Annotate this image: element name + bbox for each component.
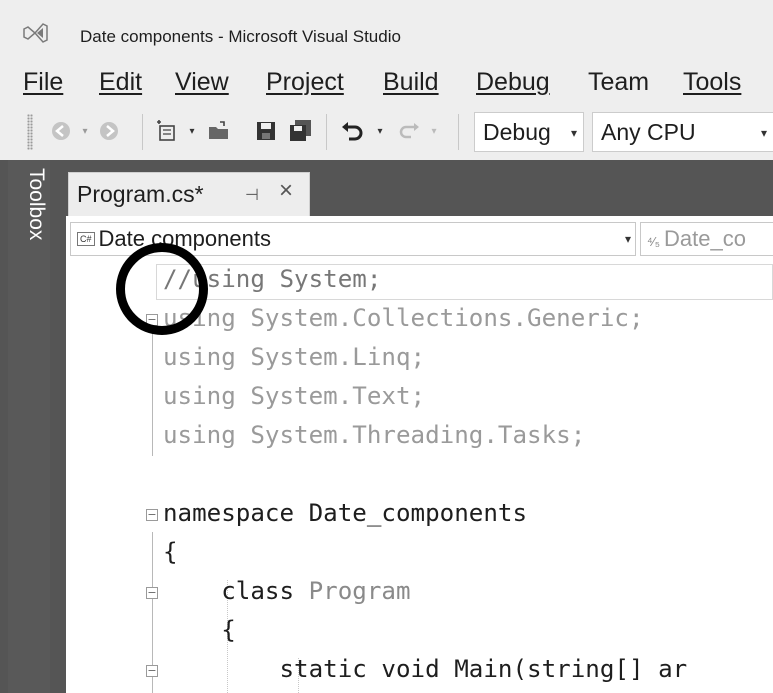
menu-tools[interactable]: Tools (683, 68, 741, 97)
menu-project-label: Project (266, 68, 344, 96)
class-name-program: Program (308, 577, 411, 605)
menu-edit[interactable]: Edit (99, 68, 142, 97)
code-text: using System.Linq; (163, 343, 426, 371)
class-member-icon: ⁴⁄₅ (647, 234, 660, 249)
code-line-4: using System.Text; (66, 379, 773, 418)
code-text: namespace Date_components (163, 499, 528, 527)
document-tab-program-cs[interactable]: Program.cs* ⊣ × (68, 172, 310, 216)
csharp-file-icon: C# (77, 232, 95, 246)
code-text: { (163, 538, 178, 566)
menu-project[interactable]: Project (266, 68, 344, 97)
toolbox-tab-label[interactable]: Toolbox (10, 168, 50, 278)
collapse-region-icon[interactable]: − (146, 509, 158, 521)
toolbar-separator (458, 114, 459, 150)
code-line-10: { (66, 613, 773, 652)
code-text: using System.Collections.Generic; (163, 304, 644, 332)
chevron-down-icon: ▾ (624, 232, 631, 246)
chevron-down-icon: ▾ (760, 126, 767, 140)
code-line-3: using System.Linq; (66, 340, 773, 379)
menu-debug[interactable]: Debug (476, 68, 550, 97)
toolbar-separator (326, 114, 327, 150)
toolbox-label-text: Toolbox (25, 168, 48, 241)
solution-configuration-select[interactable]: Debug ▾ (474, 112, 584, 152)
chevron-down-icon: ▾ (570, 126, 577, 140)
annotation-circle (116, 243, 208, 335)
code-text: class Program (163, 577, 411, 605)
menu-view[interactable]: View (175, 68, 229, 97)
menu-file[interactable]: File (23, 68, 63, 97)
solution-platform-select[interactable]: Any CPU ▾ (592, 112, 773, 152)
menu-tools-label: Tools (683, 68, 742, 96)
menu-team[interactable]: Team (588, 68, 649, 97)
code-line-9: − class Program (66, 574, 773, 613)
type-navigation-value: Date_co (664, 226, 746, 251)
code-text: using System.Threading.Tasks; (163, 421, 586, 449)
solution-configuration-value: Debug (483, 119, 551, 145)
undo-dropdown-icon[interactable]: ▾ (374, 116, 386, 146)
type-navigation-dropdown[interactable]: ⁴⁄₅ Date_co (640, 222, 773, 256)
menu-bar: File Edit View Project Build Debug Team … (0, 60, 773, 106)
toolbar-separator (142, 114, 143, 150)
open-file-icon[interactable] (204, 116, 234, 146)
code-line-7: − namespace Date_components (66, 496, 773, 535)
navigate-forward-icon[interactable] (96, 116, 122, 146)
code-line-8: { (66, 535, 773, 574)
save-icon[interactable] (252, 116, 280, 146)
code-line-11: − static void Main(string[] ar (66, 652, 773, 691)
document-tab-label: Program.cs* (77, 181, 204, 207)
collapse-region-icon[interactable]: − (146, 665, 158, 677)
menu-edit-label: Edit (99, 68, 143, 96)
close-icon[interactable]: × (279, 179, 293, 203)
code-line-5: using System.Threading.Tasks; (66, 418, 773, 457)
code-text: { (163, 616, 236, 644)
redo-icon[interactable] (394, 116, 422, 146)
save-all-icon[interactable] (286, 116, 316, 146)
visual-studio-logo-icon (23, 23, 48, 43)
undo-icon[interactable] (338, 116, 368, 146)
title-bar: Date components - Microsoft Visual Studi… (0, 0, 773, 60)
redo-dropdown-icon[interactable]: ▾ (428, 116, 440, 146)
toolbar-grip[interactable] (27, 114, 33, 150)
new-project-dropdown-icon[interactable]: ▾ (186, 116, 198, 146)
menu-view-label: View (175, 68, 229, 96)
navigate-back-icon[interactable] (48, 116, 74, 146)
new-project-icon[interactable] (152, 116, 182, 146)
pin-icon[interactable]: ⊣ (245, 185, 259, 205)
window-title: Date components - Microsoft Visual Studi… (80, 27, 401, 46)
code-text: using System.Text; (163, 382, 426, 410)
back-dropdown-icon[interactable]: ▾ (78, 116, 92, 146)
standard-toolbar: ▾ ▾ ▾ ▾ Debug ▾ Any CPU ▾ (0, 106, 773, 160)
menu-team-label: Team (588, 68, 650, 96)
menu-debug-label: Debug (476, 68, 550, 96)
project-navigation-value: Date components (98, 226, 271, 251)
collapse-region-icon[interactable]: − (146, 587, 158, 599)
menu-build[interactable]: Build (383, 68, 439, 97)
solution-platform-value: Any CPU (601, 119, 696, 145)
menu-build-label: Build (383, 68, 439, 96)
code-text: static void Main(string[] ar (163, 655, 688, 683)
menu-file-label: File (23, 68, 64, 96)
